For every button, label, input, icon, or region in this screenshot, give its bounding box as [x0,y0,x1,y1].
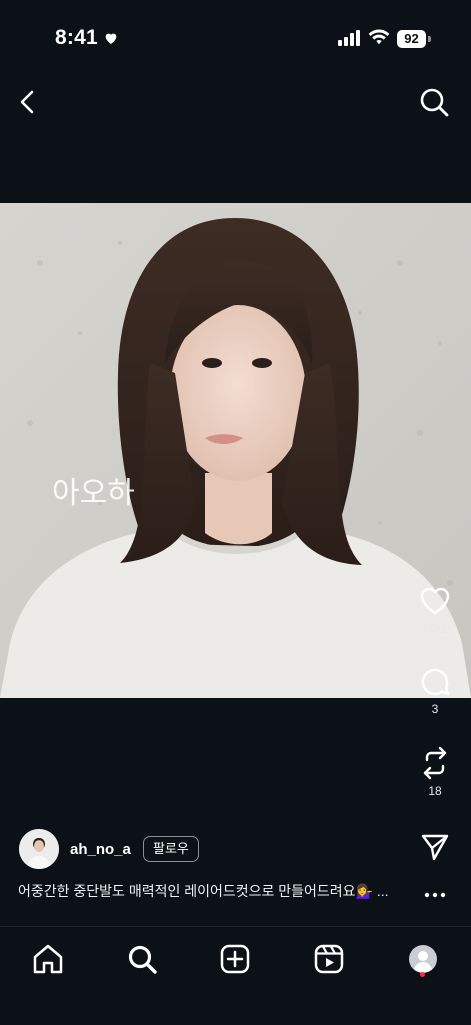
repost-count: 18 [428,784,442,798]
image-watermark: 아오하 [52,476,135,511]
search-button[interactable] [416,84,452,120]
profile-notification-dot [420,972,425,977]
post-photo[interactable]: 아오하 [0,203,471,698]
back-button[interactable] [12,86,44,118]
battery-level: 92 [397,30,426,48]
create-icon[interactable] [217,941,253,977]
more-options-icon[interactable] [424,888,446,902]
battery-cap [428,36,431,42]
follow-button[interactable]: 팔로우 [143,836,199,862]
bottom-nav [0,926,471,1025]
repost-icon [423,746,447,780]
username[interactable]: ah_no_a [70,841,131,858]
status-time: 8:41 [55,26,98,49]
comment-count: 3 [431,702,439,716]
reels-icon[interactable] [311,941,347,977]
comment-button[interactable]: 3 [415,666,455,716]
repost-button[interactable]: 18 [415,746,455,798]
comment-icon [421,668,450,696]
cellular-signal-icon [338,30,360,46]
battery-indicator: 92 [397,30,433,48]
heart-icon [420,587,450,615]
search-icon[interactable] [124,941,160,977]
like-label: 좋아요 [418,622,452,636]
like-button[interactable]: 좋아요 [415,586,455,637]
avatar[interactable] [19,829,59,869]
home-icon[interactable] [30,941,66,977]
wifi-icon [368,29,390,45]
heart-status-icon [105,33,117,44]
share-send-icon[interactable] [420,832,450,862]
post-caption[interactable]: 어중간한 중단발도 매력적인 레이어드컷으로 만들어드려요💁‍♀️ ... [18,881,389,901]
